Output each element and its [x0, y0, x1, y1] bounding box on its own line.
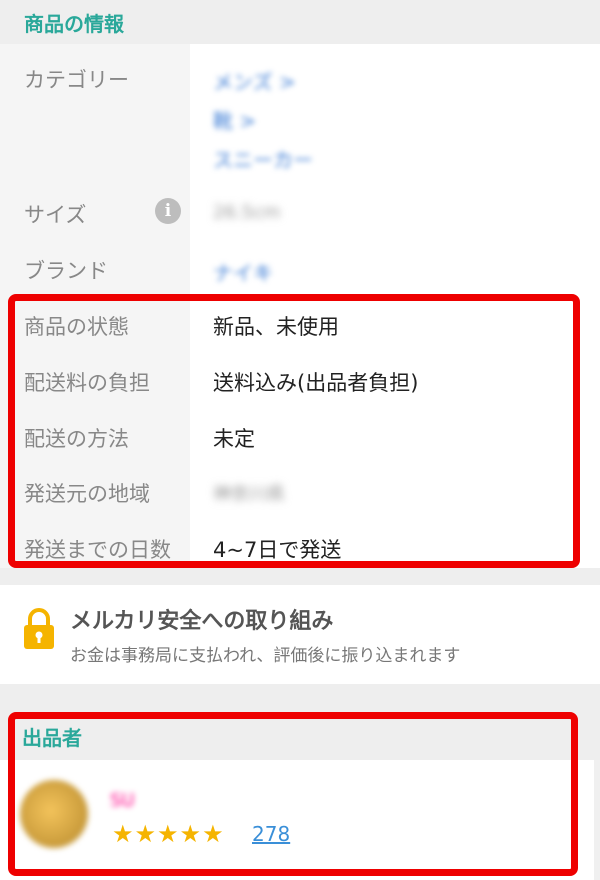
shipping-fee-value: 送料込み(出品者負担) [213, 371, 419, 395]
section-divider [0, 568, 600, 585]
condition-label: 商品の状態 [24, 315, 129, 339]
seller-avatar[interactable] [20, 780, 88, 848]
seller-name[interactable]: SU [110, 790, 135, 811]
category-label: カテゴリー [24, 68, 129, 92]
size-value: 26.5cm [213, 202, 281, 223]
brand-label: ブランド [24, 259, 108, 283]
category-link-mens[interactable]: メンズ > [213, 66, 296, 95]
product-info-header: 商品の情報 [0, 0, 600, 44]
info-icon[interactable]: i [155, 198, 181, 224]
lock-icon [24, 608, 54, 649]
rating-stars: ★★★★★ [112, 820, 225, 848]
shipping-method-label: 配送の方法 [24, 427, 129, 451]
product-info-title: 商品の情報 [24, 12, 124, 36]
seller-title: 出品者 [22, 726, 82, 750]
safety-title: メルカリ安全への取り組み [70, 609, 334, 634]
category-link-shoes[interactable]: 靴 > [213, 105, 256, 134]
category-link-sneakers[interactable]: スニーカー [213, 144, 313, 173]
ship-days-value: 4~7日で発送 [213, 538, 342, 562]
edge-shadow [594, 760, 600, 880]
rating-count-link[interactable]: 278 [252, 822, 290, 846]
ship-from-label: 発送元の地域 [24, 482, 150, 506]
ship-from-value: 神奈川県 [213, 484, 285, 505]
product-info-table: カテゴリー メンズ > 靴 > スニーカー サイズ i 26.5cm ブランド … [0, 44, 600, 568]
shipping-fee-label: 配送料の負担 [24, 371, 150, 395]
brand-link[interactable]: ナイキ [213, 257, 273, 286]
safety-subtitle: お金は事務局に支払われ、評価後に振り込まれます [70, 646, 461, 666]
shipping-method-value: 未定 [213, 427, 255, 451]
ship-days-label: 発送までの日数 [24, 538, 171, 562]
size-label: サイズ [24, 203, 87, 227]
safety-notice: メルカリ安全への取り組み お金は事務局に支払われ、評価後に振り込まれます [0, 585, 600, 684]
seller-header: 出品者 [0, 684, 600, 760]
condition-value: 新品、未使用 [213, 315, 339, 339]
seller-card[interactable]: SU ★★★★★ 278 [0, 760, 600, 880]
